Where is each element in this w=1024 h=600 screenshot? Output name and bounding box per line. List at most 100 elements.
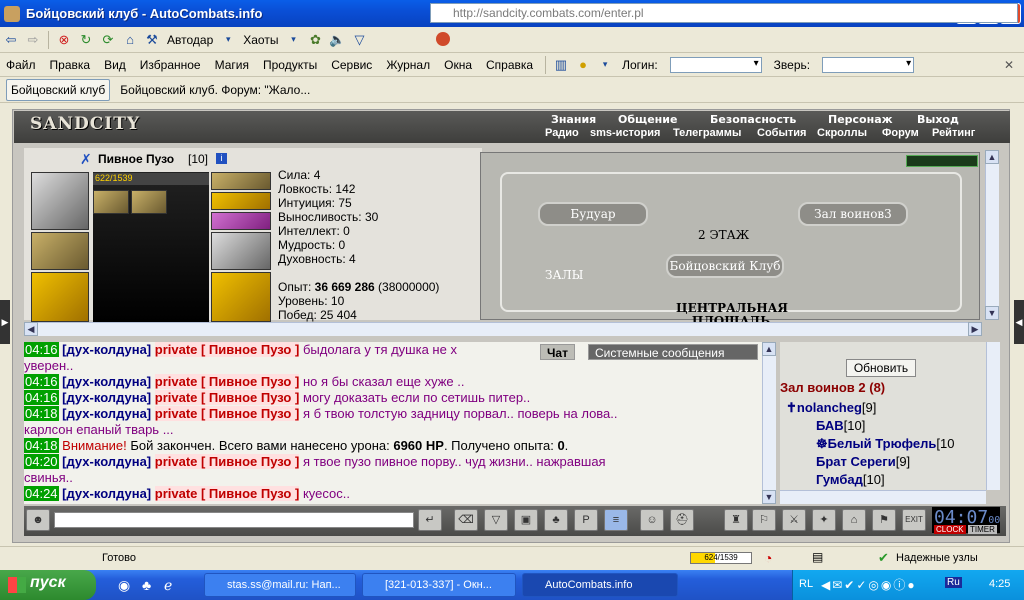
map-vscroll[interactable]	[985, 150, 999, 320]
chat-input[interactable]	[54, 512, 414, 528]
nav-forum[interactable]: Форум	[882, 127, 919, 139]
chevron-down-icon[interactable]: ▾	[596, 56, 614, 74]
pet-select[interactable]	[822, 56, 915, 73]
nav-sms[interactable]: sms-история	[590, 127, 660, 139]
inventory-icon[interactable]: ♜	[724, 509, 748, 531]
back-icon[interactable]: ⇦	[2, 31, 20, 49]
exit-icon[interactable]: EXIT	[902, 509, 926, 531]
rings-slot[interactable]	[211, 212, 271, 230]
nav-events[interactable]: События	[757, 127, 806, 139]
weapon-right-slot[interactable]	[211, 272, 271, 322]
user-name[interactable]: БАВ	[816, 418, 844, 433]
tab-fightclub[interactable]: Бойцовский клуб	[6, 78, 111, 101]
menu-edit[interactable]: Правка	[50, 58, 91, 72]
necklace-slot[interactable]	[211, 192, 271, 210]
nav-communication[interactable]: Общение	[618, 113, 677, 126]
login-select[interactable]	[669, 56, 762, 73]
scroll-right-icon[interactable]: ▶	[968, 322, 982, 336]
chat-private[interactable]: private [ Пивное Пузо ]	[154, 390, 300, 405]
refresh-button[interactable]: Обновить	[846, 359, 916, 377]
scroll-left-icon[interactable]: ◀	[24, 322, 38, 336]
users-hscroll[interactable]	[780, 490, 986, 504]
earring-slot[interactable]	[211, 172, 271, 190]
gloves-slot[interactable]	[211, 232, 271, 270]
chevron-down-icon[interactable]: ▾	[219, 31, 237, 49]
nav-security[interactable]: Безопасность	[710, 113, 796, 126]
bulb-icon[interactable]: ●	[574, 56, 592, 74]
tray-icons[interactable]: ◀✉✔✓◎◉ⓘ●	[821, 576, 917, 593]
send-icon[interactable]: ↵	[418, 509, 442, 531]
bank-icon[interactable]: ▥	[552, 56, 570, 74]
user-name[interactable]: Белый Трюфель	[828, 436, 937, 451]
nav-knowledge[interactable]: Знания	[551, 113, 596, 126]
chat-private[interactable]: private [ Пивное Пузо ]	[154, 454, 300, 469]
sound-icon[interactable]: 🔈	[328, 31, 346, 49]
menu-view[interactable]: Вид	[104, 58, 126, 72]
chat-nick[interactable]: [дух-колдуна]	[62, 486, 151, 501]
save-icon[interactable]: ▣	[514, 509, 538, 531]
menu-file[interactable]: Файл	[6, 58, 36, 72]
users-vscroll[interactable]	[986, 342, 1000, 490]
skills-icon[interactable]: ✦	[812, 509, 836, 531]
flag-icon[interactable]: ⚑	[872, 509, 896, 531]
keyboard-layout-icon[interactable]: Ru	[945, 577, 962, 588]
menu-windows[interactable]: Окна	[444, 58, 472, 72]
smiley-icon[interactable]: ☺	[640, 509, 664, 531]
user-name[interactable]: nolancheg	[797, 400, 862, 415]
ie-icon[interactable]: ℯ	[164, 577, 172, 594]
fight-club-button[interactable]: Бойцовский Клуб	[666, 254, 784, 278]
chat-private[interactable]: private [ Пивное Пузо ]	[154, 342, 300, 357]
nav-character[interactable]: Персонаж	[828, 113, 893, 126]
map-hscroll[interactable]	[24, 322, 982, 336]
chrome-icon[interactable]: ◉	[118, 577, 130, 594]
right-panel-toggle[interactable]: ◀	[1014, 300, 1024, 344]
shop-icon[interactable]: ⌂	[842, 509, 866, 531]
tools-icon[interactable]: ⚒	[143, 31, 161, 49]
chat-private[interactable]: private [ Пивное Пузо ]	[154, 374, 300, 389]
nav-radio[interactable]: Радио	[545, 127, 579, 139]
helmet-slot[interactable]	[31, 172, 89, 230]
nav-scrolls[interactable]: Скроллы	[817, 127, 867, 139]
tab-forum[interactable]: Бойцовский клуб. Форум: "Жало...	[116, 80, 314, 100]
menu-service[interactable]: Сервис	[331, 58, 372, 72]
nav-exit[interactable]: Выход	[917, 113, 959, 126]
gem-slot[interactable]	[131, 190, 167, 214]
menu-magic[interactable]: Магия	[215, 58, 249, 72]
nav-rating[interactable]: Рейтинг	[932, 127, 975, 139]
scroll-up-icon[interactable]: ▲	[985, 150, 999, 164]
warriors-hall-button[interactable]: Зал воинов3	[798, 202, 908, 226]
left-panel-toggle[interactable]: ▶	[0, 300, 10, 344]
autodress-button[interactable]: Автодар	[167, 33, 213, 47]
chat-private[interactable]: private [ Пивное Пузо ]	[154, 406, 300, 421]
chat-nick[interactable]: [дух-колдуна]	[62, 342, 151, 357]
user-row[interactable]: Брат Сереги[9]	[816, 454, 910, 469]
scroll-down-icon[interactable]: ▼	[985, 306, 999, 320]
language-indicator[interactable]: RL	[799, 578, 813, 590]
home-icon[interactable]: ⌂	[121, 31, 139, 49]
scroll-up-icon[interactable]: ▲	[762, 342, 776, 356]
helmet-icon[interactable]: ⛑	[670, 509, 694, 531]
forward-icon[interactable]: ⇨	[24, 31, 42, 49]
user-name[interactable]: Брат Сереги	[816, 454, 896, 469]
chat-nick[interactable]: [дух-колдуна]	[62, 406, 151, 421]
close-icon[interactable]: ✕	[1004, 58, 1014, 72]
chat-nick[interactable]: [дух-колдуна]	[62, 374, 151, 389]
menu-journal[interactable]: Журнал	[386, 58, 430, 72]
user-row[interactable]: БАВ[10]	[816, 418, 865, 433]
address-bar[interactable]: http://sandcity.combats.com/enter.pl	[430, 3, 1018, 23]
user-name[interactable]: Гумбад	[816, 472, 863, 487]
plugin-icon[interactable]: ✿	[306, 31, 324, 49]
refresh-icon[interactable]: ↻	[77, 31, 95, 49]
taskbar-mail[interactable]: stas.ss@mail.ru: Нап...	[204, 573, 356, 597]
chevron-down-icon[interactable]: ▾	[284, 31, 302, 49]
nav-telegrams[interactable]: Телеграммы	[673, 127, 741, 139]
menu-help[interactable]: Справка	[486, 58, 533, 72]
halls-label[interactable]: ЗАЛЫ	[545, 268, 583, 282]
filter-icon[interactable]: ▽	[484, 509, 508, 531]
chat-vscroll[interactable]	[762, 342, 776, 504]
menu-products[interactable]: Продукты	[263, 58, 317, 72]
chat-nick[interactable]: [дух-колдуна]	[62, 454, 151, 469]
chat-mode-icon[interactable]: ≡	[604, 509, 628, 531]
info-icon[interactable]: i	[216, 153, 227, 164]
quicklaunch-icon[interactable]: ♣	[142, 577, 151, 593]
